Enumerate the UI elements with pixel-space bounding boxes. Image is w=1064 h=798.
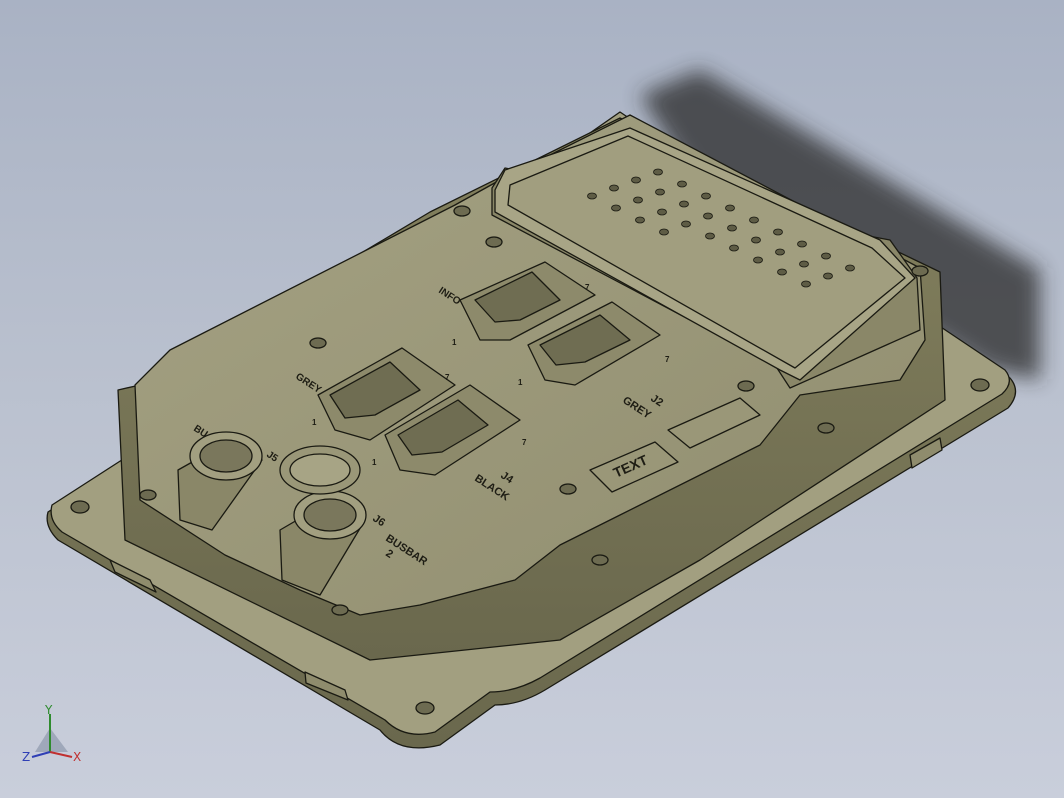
- pin-hole: [703, 212, 713, 220]
- pin-marker-7b: 7: [665, 355, 670, 364]
- pin-hole: [727, 224, 737, 232]
- pin-hole: [657, 208, 667, 216]
- triad-x-axis: [49, 751, 73, 758]
- pin-marker-1c: 1: [312, 418, 317, 427]
- pin-hole: [609, 184, 619, 192]
- pin-hole: [751, 236, 761, 244]
- pin-hole: [631, 176, 641, 184]
- pin-hole: [633, 196, 643, 204]
- triad-z-axis: [31, 751, 51, 758]
- triad-z-label: Z: [22, 750, 30, 764]
- pin-hole: [777, 268, 787, 276]
- pin-marker-1b: 1: [518, 378, 523, 387]
- pin-hole: [845, 264, 855, 272]
- pin-hole: [823, 272, 833, 280]
- pin-hole: [659, 228, 669, 236]
- pin-hole: [701, 192, 711, 200]
- pin-hole: [705, 232, 715, 240]
- pin-hole: [635, 216, 645, 224]
- pin-marker-7a: 7: [585, 283, 590, 292]
- pin-hole: [611, 204, 621, 212]
- pin-hole: [679, 200, 689, 208]
- pin-hole: [681, 220, 691, 228]
- pin-hole: [773, 228, 783, 236]
- pin-hole: [749, 216, 759, 224]
- busbar-terminal-j5[interactable]: [279, 445, 361, 495]
- pin-hole: [775, 248, 785, 256]
- coordinate-triad[interactable]: Y X Z: [22, 703, 81, 764]
- triad-y-label: Y: [44, 703, 53, 717]
- pin-hole: [753, 256, 763, 264]
- pin-hole: [729, 244, 739, 252]
- triad-base: [35, 728, 68, 752]
- triad-x-label: X: [73, 750, 81, 764]
- pin-marker-1a: 1: [452, 338, 457, 347]
- pin-hole: [797, 240, 807, 248]
- pin-marker-1d: 1: [372, 458, 377, 467]
- pin-marker-7d: 7: [522, 438, 527, 447]
- pin-hole: [801, 280, 811, 288]
- pin-hole: [655, 188, 665, 196]
- pin-hole: [677, 180, 687, 188]
- pin-hole: [799, 260, 809, 268]
- cad-viewport[interactable]: J2 GREY J4 BLACK J6 BUSBAR 2 GREY INFO B…: [0, 0, 1064, 798]
- pin-hole: [587, 192, 597, 200]
- pin-hole: [653, 168, 663, 176]
- pin-marker-7c: 7: [445, 373, 450, 382]
- pin-hole: [725, 204, 735, 212]
- pin-hole: [821, 252, 831, 260]
